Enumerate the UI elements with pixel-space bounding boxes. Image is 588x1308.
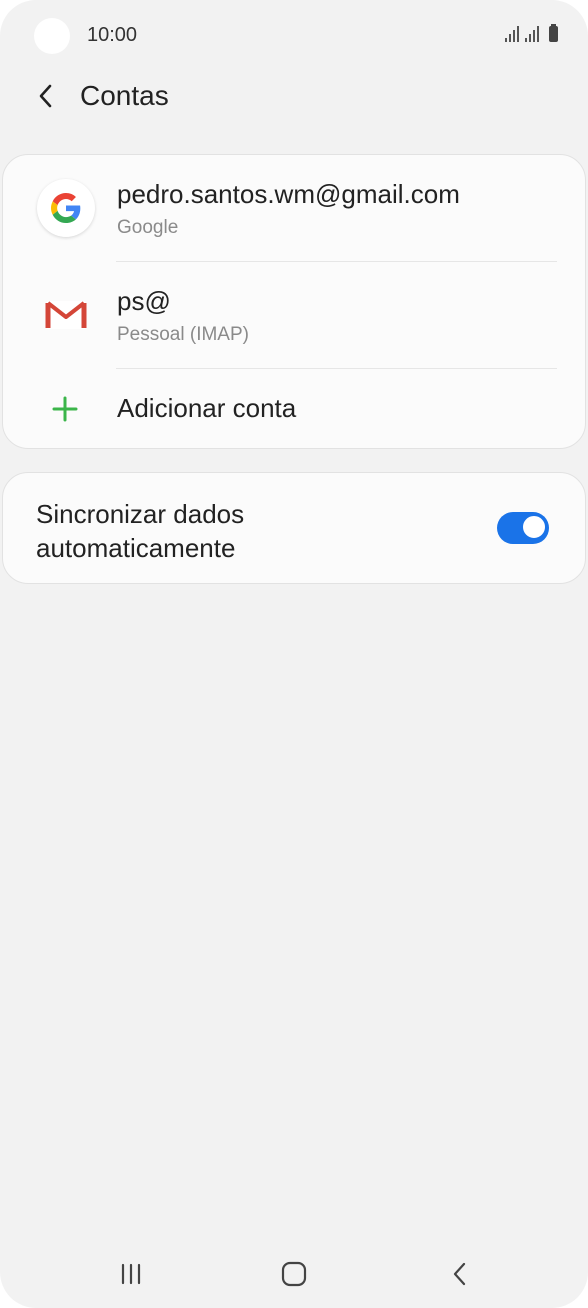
signal-icon — [505, 26, 519, 42]
camera-cutout — [34, 18, 70, 54]
account-item-imap[interactable]: ps@ Pessoal (IMAP) — [3, 262, 585, 369]
sync-toggle[interactable] — [497, 512, 549, 544]
page-title: Contas — [80, 80, 169, 111]
status-icons — [505, 24, 558, 42]
status-bar: 10:00 — [0, 0, 588, 72]
navigation-bar — [0, 1240, 588, 1308]
account-type: Google — [117, 217, 179, 238]
sync-card: Sincronizar dados automaticamente — [2, 472, 586, 584]
google-icon — [37, 179, 95, 237]
plus-icon — [52, 396, 78, 422]
chevron-left-icon — [39, 84, 52, 108]
account-item-google[interactable]: pedro.santos.wm@gmail.com Google — [3, 155, 585, 262]
status-time: 10:00 — [87, 24, 138, 46]
add-account-button[interactable]: Adicionar conta — [3, 369, 585, 450]
add-account-label: Adicionar conta — [117, 393, 297, 423]
account-type: Pessoal (IMAP) — [117, 324, 249, 345]
account-email: pedro.santos.wm@gmail.com — [117, 179, 460, 209]
account-email: ps@ — [117, 286, 171, 316]
recents-button[interactable] — [101, 1254, 161, 1294]
back-button[interactable] — [28, 78, 64, 114]
toggle-knob — [522, 515, 546, 539]
accounts-screen: 10:00 Contas pedro.santos.wm@gmail.com G… — [0, 0, 588, 1308]
back-nav-button[interactable] — [430, 1254, 490, 1294]
sync-label: Sincronizar dados automaticamente — [36, 499, 245, 563]
gmail-icon — [37, 286, 95, 344]
app-header: Contas — [0, 72, 588, 128]
signal-icon — [525, 26, 539, 42]
home-button[interactable] — [264, 1254, 324, 1294]
accounts-list-card: pedro.santos.wm@gmail.com Google ps@ Pes… — [2, 154, 586, 449]
back-icon — [453, 1262, 466, 1286]
home-icon — [281, 1261, 307, 1287]
battery-icon — [549, 24, 558, 42]
recents-icon — [121, 1263, 141, 1285]
